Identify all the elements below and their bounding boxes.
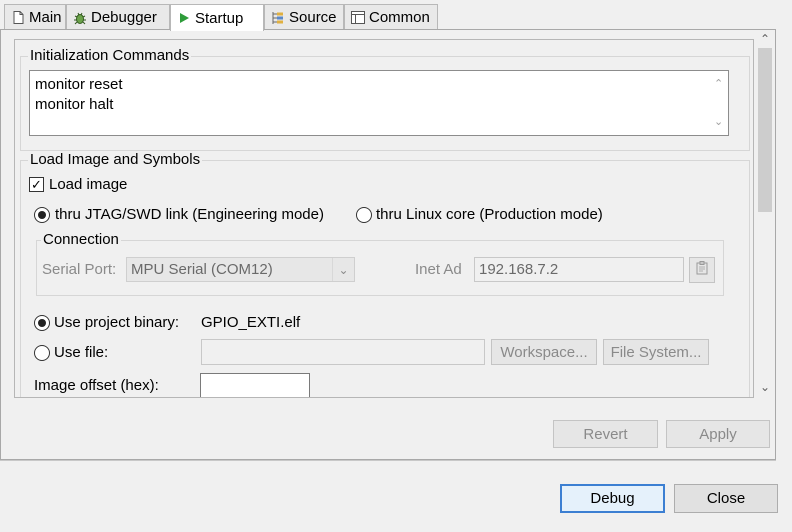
scroll-thumb[interactable] (758, 48, 772, 212)
clipboard-icon (696, 261, 708, 279)
tab-label: Common (369, 9, 430, 26)
load-image-checkbox[interactable]: ✓ (29, 177, 44, 192)
vertical-scrollbar[interactable]: ⌃ ⌄ (755, 30, 775, 398)
project-binary-value: GPIO_EXTI.elf (201, 314, 301, 331)
close-button[interactable]: Close (674, 484, 778, 513)
tab-label: Debugger (91, 9, 157, 26)
bug-icon (73, 11, 87, 25)
tab-label: Main (29, 9, 62, 26)
tab-label: Source (289, 9, 337, 26)
serial-port-select[interactable]: MPU Serial (COM12) ⌄ (126, 257, 355, 282)
common-icon (351, 11, 365, 25)
workspace-button[interactable]: Workspace... (491, 339, 597, 365)
debug-button[interactable]: Debug (560, 484, 665, 513)
chevron-down-icon[interactable]: ⌄ (332, 258, 354, 281)
serial-port-value: MPU Serial (COM12) (131, 261, 273, 278)
textarea-scrollbar[interactable]: ⌃ ⌄ (711, 72, 727, 134)
linux-mode-radio[interactable] (356, 207, 372, 223)
clipboard-button[interactable] (689, 257, 715, 283)
use-file-radio[interactable] (34, 345, 50, 361)
linux-mode-label: thru Linux core (Production mode) (376, 206, 603, 223)
image-offset-input[interactable] (200, 373, 310, 397)
scroll-content: Initialization Commands monitor reset mo… (14, 39, 754, 398)
tab-common[interactable]: Common (344, 4, 438, 30)
tab-startup[interactable]: Startup (170, 4, 264, 31)
tab-source[interactable]: Source (264, 4, 344, 30)
inet-address-label: Inet Ad (415, 261, 462, 278)
load-image-label: Load image (49, 176, 128, 193)
use-file-input[interactable] (201, 339, 485, 365)
scroll-up-icon[interactable]: ⌃ (755, 30, 775, 48)
inet-address-field[interactable]: 192.168.7.2 (474, 257, 684, 282)
tab-debugger[interactable]: Debugger (66, 4, 170, 30)
use-file-label: Use file: (54, 344, 109, 361)
init-command-line: monitor halt (35, 96, 114, 113)
revert-button[interactable]: Revert (553, 420, 658, 448)
init-commands-textarea[interactable]: monitor reset monitor halt ⌃ ⌄ (29, 70, 729, 136)
close-label: Close (706, 490, 746, 507)
apply-label: Apply (699, 425, 737, 443)
document-icon (11, 11, 25, 25)
jtag-mode-radio[interactable] (34, 207, 50, 223)
jtag-mode-label: thru JTAG/SWD link (Engineering mode) (55, 206, 324, 223)
use-project-binary-label: Use project binary: (54, 314, 180, 331)
load-image-title: Load Image and Symbols (28, 151, 203, 168)
tab-label: Startup (195, 9, 244, 27)
source-icon (271, 11, 285, 25)
scroll-down-icon[interactable]: ⌄ (755, 378, 775, 396)
init-commands-title: Initialization Commands (28, 47, 192, 64)
init-command-line: monitor reset (35, 76, 123, 93)
tab-bar: Main Debugger Startup Source Common (0, 4, 776, 31)
connection-title: Connection (41, 231, 121, 248)
use-project-binary-radio[interactable] (34, 315, 50, 331)
revert-label: Revert (583, 425, 628, 443)
dialog-separator (0, 460, 776, 461)
serial-port-label: Serial Port: (42, 261, 117, 278)
debug-label: Debug (590, 490, 635, 507)
inet-address-value: 192.168.7.2 (479, 261, 559, 278)
chevron-up-icon[interactable]: ⌃ (714, 74, 723, 94)
tab-main[interactable]: Main (4, 4, 66, 30)
image-offset-label: Image offset (hex): (34, 377, 159, 394)
file-system-button[interactable]: File System... (603, 339, 709, 365)
chevron-down-icon[interactable]: ⌄ (714, 112, 723, 132)
play-icon (177, 11, 191, 25)
apply-button[interactable]: Apply (666, 420, 770, 448)
